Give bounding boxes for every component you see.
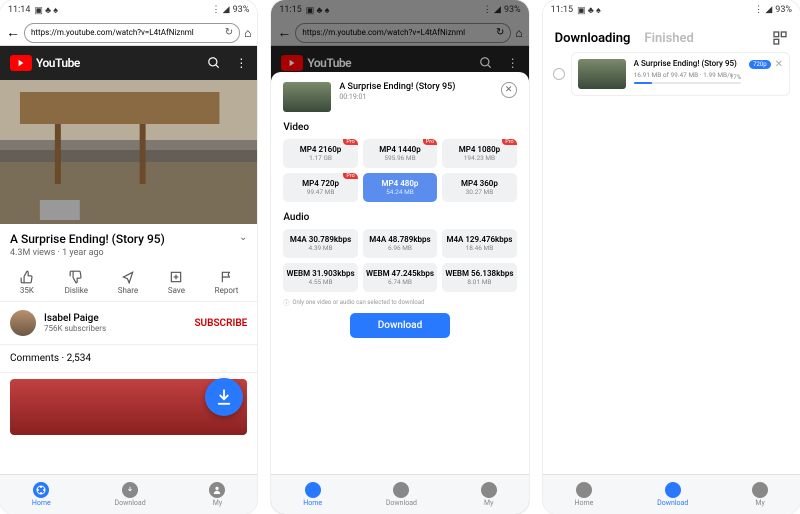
youtube-header: YouTube ⋮ bbox=[0, 46, 257, 80]
reload-icon[interactable]: ↻ bbox=[225, 27, 233, 38]
quality-option[interactable]: WEBM 31.903kbps4.55 MB bbox=[283, 263, 357, 292]
chevron-down-icon[interactable]: ⌄ bbox=[239, 232, 247, 243]
tabs: Downloading Finished bbox=[543, 20, 800, 52]
save-button[interactable]: Save bbox=[168, 270, 185, 295]
url-text: https://m.youtube.com/watch?v=L4tAfNiznm… bbox=[31, 28, 194, 37]
nav-download[interactable]: Download bbox=[114, 482, 145, 507]
bottom-nav: Home Download My bbox=[271, 474, 528, 514]
quality-option[interactable]: ProMP4 1080p194.23 MB bbox=[442, 139, 516, 168]
address-bar: ← https://m.youtube.com/watch?v=L4tAfNiz… bbox=[0, 20, 257, 46]
quality-option[interactable]: M4A 129.476kbps18.46 MB bbox=[442, 229, 516, 258]
youtube-logo[interactable]: YouTube bbox=[10, 55, 80, 71]
progress-pct: 17% bbox=[730, 74, 741, 81]
status-bar: 11:14 ▣ ♣ ♠ ⋮ ◢ 93% bbox=[0, 0, 257, 20]
action-row: 35K Dislike Share Save Report bbox=[0, 264, 257, 302]
tab-downloading[interactable]: Downloading bbox=[555, 31, 631, 46]
screen-quality-sheet: 11:15▣ ♣ ♠ ⋮ ◢93% ← https://m.youtube.co… bbox=[271, 0, 528, 514]
nav-my[interactable]: My bbox=[481, 482, 497, 507]
quality-option[interactable]: ProMP4 2160p1.17 GB bbox=[283, 139, 357, 168]
video-title: A Surprise Ending! (Story 95) bbox=[10, 232, 165, 246]
screen-browser: 11:14 ▣ ♣ ♠ ⋮ ◢ 93% ← https://m.youtube.… bbox=[0, 0, 257, 514]
close-icon[interactable]: ✕ bbox=[775, 59, 783, 70]
video-section-label: Video bbox=[283, 122, 516, 133]
nav-home[interactable]: Home bbox=[575, 482, 594, 507]
quality-option[interactable]: MP4 480p54.24 MB bbox=[363, 173, 437, 202]
tab-finished[interactable]: Finished bbox=[644, 31, 693, 46]
select-radio[interactable] bbox=[553, 68, 565, 80]
channel-name: Isabel Paige bbox=[44, 313, 186, 324]
comments-row[interactable]: Comments · 2,534 bbox=[0, 345, 257, 373]
video-meta: 4.3M views · 1 year ago bbox=[0, 248, 257, 264]
quality-sheet: A Surprise Ending! (Story 95) 00:19:01 ✕… bbox=[271, 72, 528, 474]
progress-bar: 17% bbox=[634, 82, 741, 84]
download-item[interactable]: A Surprise Ending! (Story 95) 16.91 MB o… bbox=[571, 52, 790, 96]
like-button[interactable]: 35K bbox=[19, 270, 35, 295]
nav-home[interactable]: Home bbox=[32, 482, 51, 507]
nav-my[interactable]: My bbox=[752, 482, 768, 507]
sheet-title: A Surprise Ending! (Story 95) bbox=[339, 82, 455, 93]
avatar bbox=[10, 310, 36, 336]
subscribe-button[interactable]: SUBSCRIBE bbox=[194, 318, 247, 329]
url-input[interactable]: https://m.youtube.com/watch?v=L4tAfNiznm… bbox=[24, 23, 240, 43]
report-button[interactable]: Report bbox=[215, 270, 239, 295]
quality-option[interactable]: WEBM 47.245kbps6.74 MB bbox=[363, 263, 437, 292]
bottom-nav: Home Download My bbox=[543, 474, 800, 514]
channel-subs: 756K subscribers bbox=[44, 324, 186, 333]
quality-option[interactable]: ProMP4 1440p595.96 MB bbox=[363, 139, 437, 168]
quality-option[interactable]: M4A 48.789kbps6.96 MB bbox=[363, 229, 437, 258]
hint-text: ⓘOnly one video or audio can selected to… bbox=[283, 298, 516, 307]
download-thumb bbox=[578, 59, 626, 89]
dislike-button[interactable]: Dislike bbox=[65, 270, 88, 295]
close-icon[interactable]: ✕ bbox=[501, 82, 517, 98]
quality-badge: 720p bbox=[749, 60, 771, 69]
video-player[interactable] bbox=[0, 80, 257, 224]
quality-option[interactable]: MP4 360p30.27 MB bbox=[442, 173, 516, 202]
nav-my[interactable]: My bbox=[209, 482, 225, 507]
home-icon[interactable]: ⌂ bbox=[244, 26, 251, 40]
channel-row[interactable]: Isabel Paige 756K subscribers SUBSCRIBE bbox=[0, 302, 257, 345]
audio-section-label: Audio bbox=[283, 212, 516, 223]
sheet-thumb bbox=[283, 82, 331, 112]
quality-option[interactable]: ProMP4 720p99.47 MB bbox=[283, 173, 357, 202]
back-icon[interactable]: ← bbox=[6, 24, 20, 41]
nav-download[interactable]: Download bbox=[386, 482, 417, 507]
status-time: 11:14 bbox=[8, 5, 30, 15]
quality-option[interactable]: WEBM 56.138kbps8.01 MB bbox=[442, 263, 516, 292]
search-icon[interactable] bbox=[207, 56, 221, 70]
quality-option[interactable]: M4A 30.789kbps4.39 MB bbox=[283, 229, 357, 258]
bottom-nav: Home Download My bbox=[0, 474, 257, 514]
download-stats: 16.91 MB of 99.47 MB · 1.99 MB/s bbox=[634, 71, 741, 79]
screen-downloading: 11:15▣ ♣ ♠ ⋮ ◢93% Downloading Finished A… bbox=[543, 0, 800, 514]
nav-home[interactable]: Home bbox=[303, 482, 322, 507]
download-button[interactable]: Download bbox=[350, 313, 450, 338]
sheet-duration: 00:19:01 bbox=[339, 93, 455, 101]
share-button[interactable]: Share bbox=[118, 270, 138, 295]
nav-download[interactable]: Download bbox=[657, 482, 688, 507]
download-title: A Surprise Ending! (Story 95) bbox=[634, 59, 741, 69]
status-bar: 11:15▣ ♣ ♠ ⋮ ◢93% bbox=[543, 0, 800, 20]
battery-pct: 93% bbox=[233, 5, 250, 15]
wifi-icon: ⋮ ◢ bbox=[211, 5, 229, 15]
menu-icon[interactable]: ⋮ bbox=[235, 56, 247, 70]
settings-icon[interactable] bbox=[772, 30, 788, 46]
notification-icon: ▣ ♣ ♠ bbox=[34, 5, 58, 16]
